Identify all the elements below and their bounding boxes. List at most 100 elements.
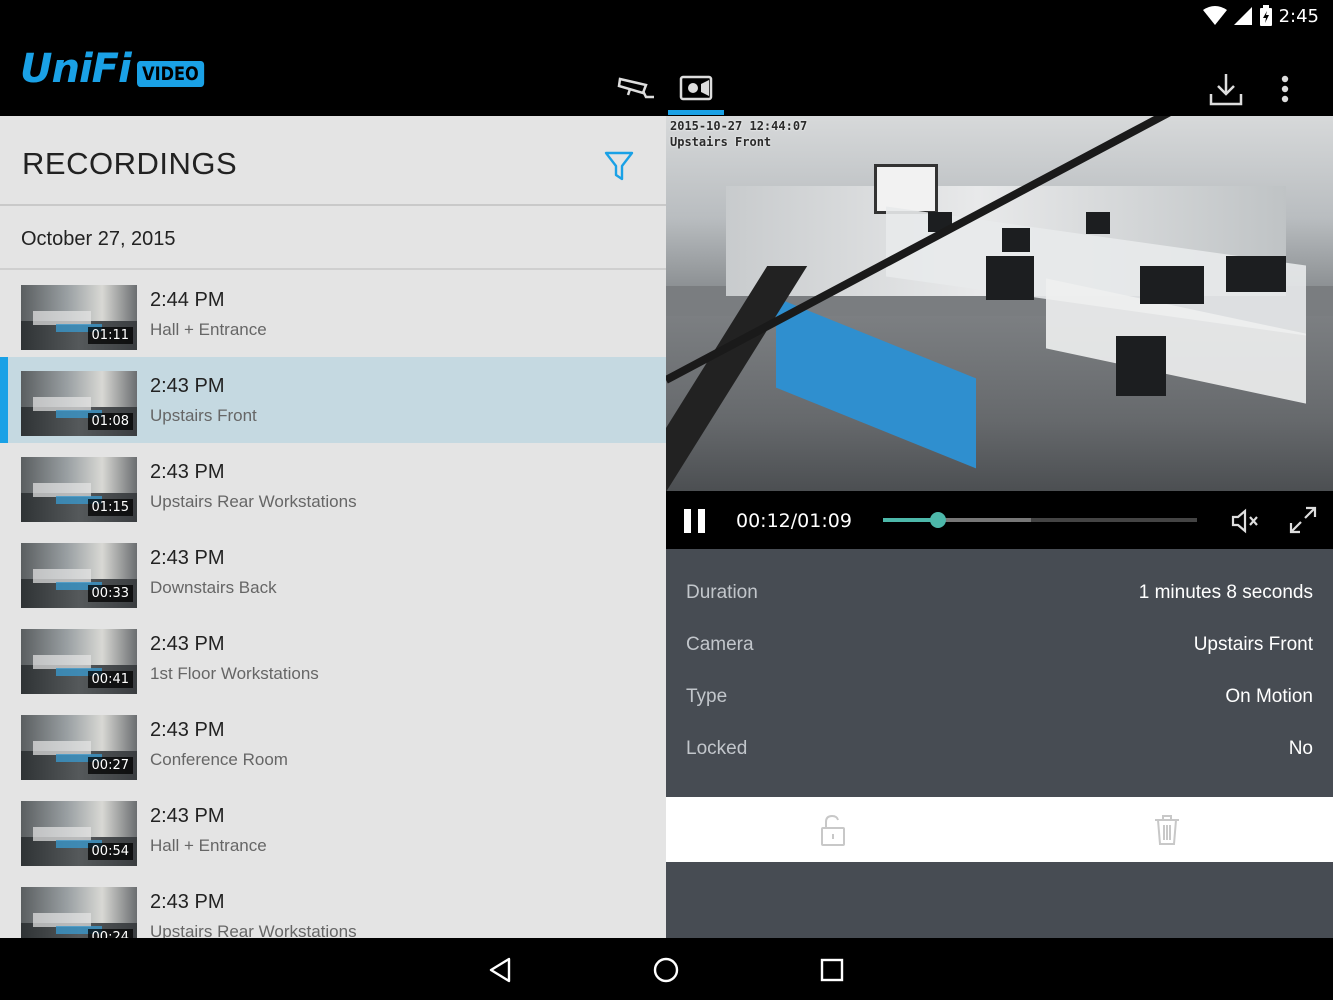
- overlay-timestamp: 2015-10-27 12:44:07: [670, 119, 808, 133]
- detail-row: Duration 1 minutes 8 seconds: [666, 549, 1333, 603]
- recents-icon: [820, 958, 844, 982]
- detail-row: Locked No: [666, 705, 1333, 759]
- video-player[interactable]: 2015-10-27 12:44:07 Upstairs Front: [666, 116, 1333, 491]
- tab-cameras[interactable]: [614, 68, 658, 108]
- video-frame-screen: [874, 164, 938, 214]
- status-time: 2:45: [1278, 5, 1319, 27]
- recording-list-item[interactable]: 00:54 2:43 PM Hall + Entrance: [0, 787, 666, 873]
- recording-thumbnail: 01:11: [21, 285, 137, 350]
- app-bar: UniFi VIDEO: [0, 34, 1333, 116]
- recording-time: 2:43 PM: [150, 461, 225, 483]
- wifi-icon: [1202, 6, 1227, 25]
- recording-list-item[interactable]: 01:11 2:44 PM Hall + Entrance: [0, 271, 666, 357]
- recording-duration: 00:41: [87, 671, 133, 688]
- volume-off-icon: [1231, 508, 1258, 534]
- recordings-header: RECORDINGS: [0, 116, 666, 206]
- download-button[interactable]: [1205, 68, 1247, 110]
- recording-thumbnail: 00:54: [21, 801, 137, 866]
- status-bar: 2:45: [0, 0, 1333, 34]
- recording-camera: 1st Floor Workstations: [150, 664, 319, 683]
- more-vert-icon: [1281, 75, 1289, 103]
- recording-camera: Upstairs Rear Workstations: [150, 922, 357, 938]
- detail-row: Camera Upstairs Front: [666, 601, 1333, 655]
- recording-list-item[interactable]: 00:41 2:43 PM 1st Floor Workstations: [0, 615, 666, 701]
- details-filler: [666, 862, 1333, 938]
- mute-button[interactable]: [1230, 507, 1260, 535]
- pause-icon: [698, 509, 705, 533]
- unlock-icon: [821, 814, 845, 846]
- detail-value: No: [1288, 738, 1313, 759]
- recording-list-item[interactable]: 01:15 2:43 PM Upstairs Rear Workstations: [0, 443, 666, 529]
- cell-signal-icon: [1233, 7, 1252, 25]
- recording-duration: 00:27: [87, 757, 133, 774]
- page-title: RECORDINGS: [22, 146, 238, 181]
- recording-duration: 01:08: [87, 413, 133, 430]
- detail-label: Locked: [686, 738, 748, 759]
- seek-thumb[interactable]: [929, 512, 946, 528]
- video-frame-monitor: [1140, 266, 1204, 304]
- recording-camera: Hall + Entrance: [150, 836, 267, 855]
- download-icon: [1209, 74, 1243, 106]
- filter-button[interactable]: [604, 150, 634, 182]
- overlay-camera-name: Upstairs Front: [670, 135, 772, 149]
- recording-list-item[interactable]: 00:24 2:43 PM Upstairs Rear Workstations: [0, 873, 666, 938]
- recording-time: 2:43 PM: [150, 633, 225, 655]
- recording-time: 2:44 PM: [150, 289, 225, 311]
- recording-duration: 01:11: [87, 327, 133, 344]
- status-icons: 2:45: [1202, 5, 1319, 27]
- date-text: October 27, 2015: [21, 228, 176, 250]
- app-root: 2:45 UniFi VIDEO RECORDINGS October 27, …: [0, 0, 1333, 1000]
- pause-icon: [684, 509, 691, 533]
- recording-list-item[interactable]: 01:08 2:43 PM Upstairs Front: [0, 357, 666, 443]
- recording-duration: 00:33: [87, 585, 133, 602]
- recording-camera: Upstairs Front: [150, 406, 257, 425]
- unifi-video-logo: UniFi VIDEO: [20, 46, 215, 92]
- home-icon: [653, 957, 679, 983]
- video-timestamp-overlay: 2015-10-27 12:44:07 Upstairs Front: [670, 118, 807, 150]
- video-frame-monitor: [1086, 212, 1110, 234]
- tab-recordings[interactable]: [674, 68, 718, 108]
- video-frame-chair: [1116, 336, 1166, 396]
- recording-duration: 00:24: [87, 929, 133, 938]
- recording-time: 2:43 PM: [150, 805, 225, 827]
- logo-badge: VIDEO: [136, 61, 204, 87]
- recording-thumbnail: 01:08: [21, 371, 137, 436]
- recording-list-item[interactable]: 00:33 2:43 PM Downstairs Back: [0, 529, 666, 615]
- time-readout: 00:12/01:09: [736, 510, 852, 532]
- recording-time: 2:43 PM: [150, 375, 225, 397]
- video-record-icon: [679, 75, 713, 101]
- recording-thumbnail: 00:41: [21, 629, 137, 694]
- nav-home-button[interactable]: [648, 952, 684, 988]
- fullscreen-button[interactable]: [1288, 505, 1318, 535]
- system-nav-bar: [0, 938, 1333, 1000]
- recording-list-item[interactable]: 00:27 2:43 PM Conference Room: [0, 701, 666, 787]
- filter-icon: [604, 151, 634, 181]
- more-options-button[interactable]: [1271, 68, 1299, 110]
- recording-thumbnail: 00:33: [21, 543, 137, 608]
- nav-recents-button[interactable]: [814, 952, 850, 988]
- battery-charging-icon: [1259, 5, 1272, 26]
- fullscreen-icon: [1289, 506, 1317, 534]
- trash-icon: [1155, 815, 1179, 845]
- video-frame-monitor: [1226, 256, 1286, 292]
- seek-bar[interactable]: [883, 512, 1197, 528]
- recording-thumbnail: 01:15: [21, 457, 137, 522]
- security-camera-icon: [617, 77, 654, 99]
- recording-time: 2:43 PM: [150, 719, 225, 741]
- recording-thumbnail: 00:27: [21, 715, 137, 780]
- recording-time: 2:43 PM: [150, 891, 225, 913]
- recording-camera: Conference Room: [150, 750, 288, 769]
- delete-button[interactable]: [1150, 813, 1184, 847]
- recording-camera: Hall + Entrance: [150, 320, 267, 339]
- recording-duration: 00:54: [87, 843, 133, 860]
- pause-button[interactable]: [684, 509, 706, 533]
- lock-button[interactable]: [816, 813, 850, 847]
- video-frame-monitor: [1002, 228, 1030, 252]
- recording-thumbnail: 00:24: [21, 887, 137, 938]
- recordings-list: 01:11 2:44 PM Hall + Entrance 01:08 2:43 PM U…: [0, 271, 666, 938]
- recording-actions: [666, 797, 1333, 862]
- player-controls: 00:12/01:09: [666, 491, 1333, 549]
- nav-back-button[interactable]: [482, 952, 518, 988]
- recording-duration: 01:15: [87, 499, 133, 516]
- date-group-header: October 27, 2015: [0, 208, 666, 270]
